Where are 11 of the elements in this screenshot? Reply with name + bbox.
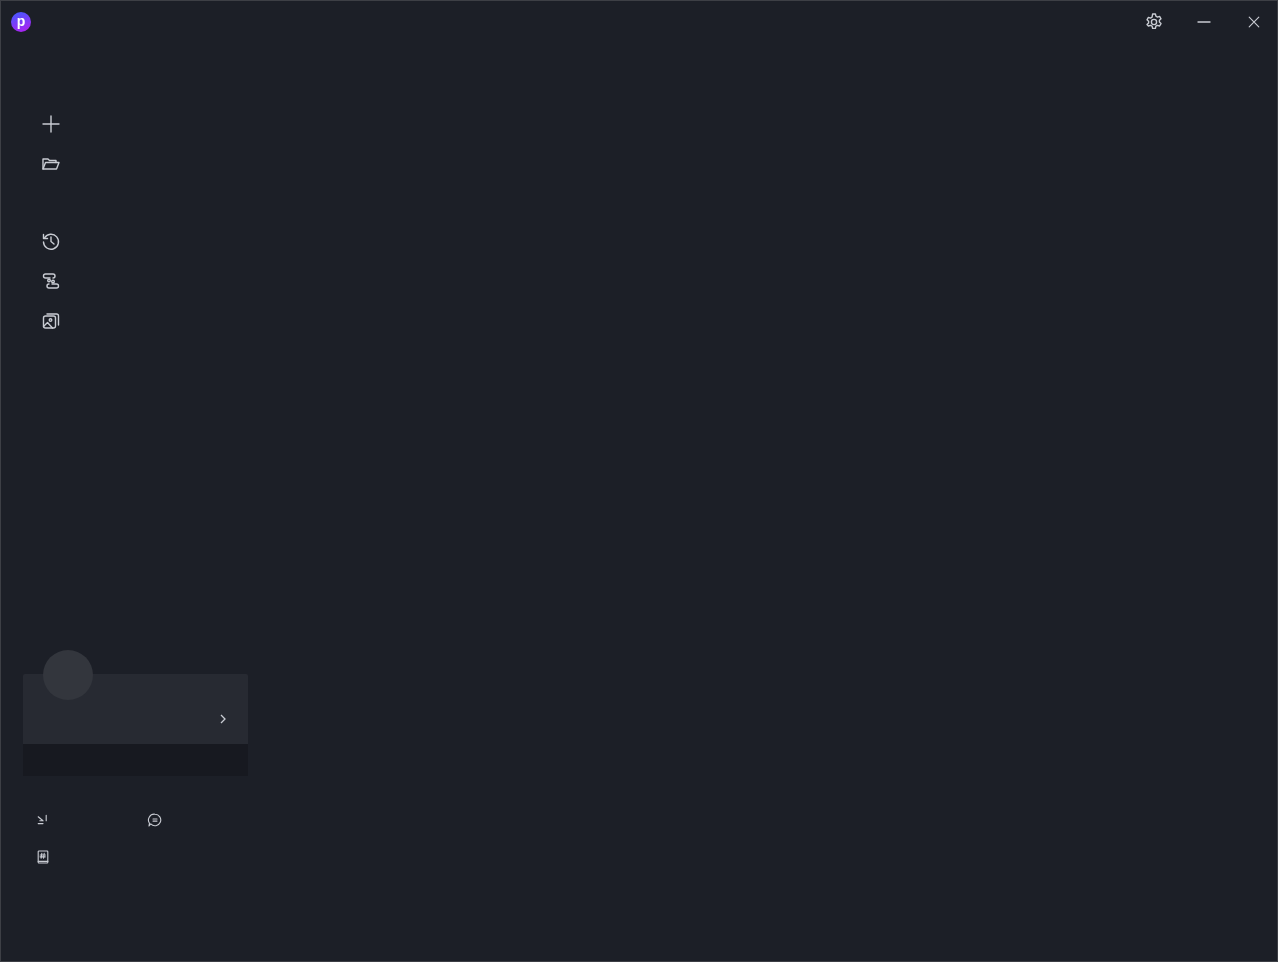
app-logo: p	[11, 12, 31, 32]
close-icon	[1246, 14, 1262, 30]
notebook-icon	[35, 849, 51, 865]
minimize-icon	[1197, 21, 1211, 23]
images-icon	[41, 311, 61, 331]
link-icon	[41, 271, 61, 291]
chevron-right-icon	[220, 714, 226, 724]
chat-icon	[147, 812, 163, 828]
history-icon	[41, 231, 61, 251]
plus-icon	[41, 114, 61, 134]
gear-icon	[1144, 12, 1164, 32]
